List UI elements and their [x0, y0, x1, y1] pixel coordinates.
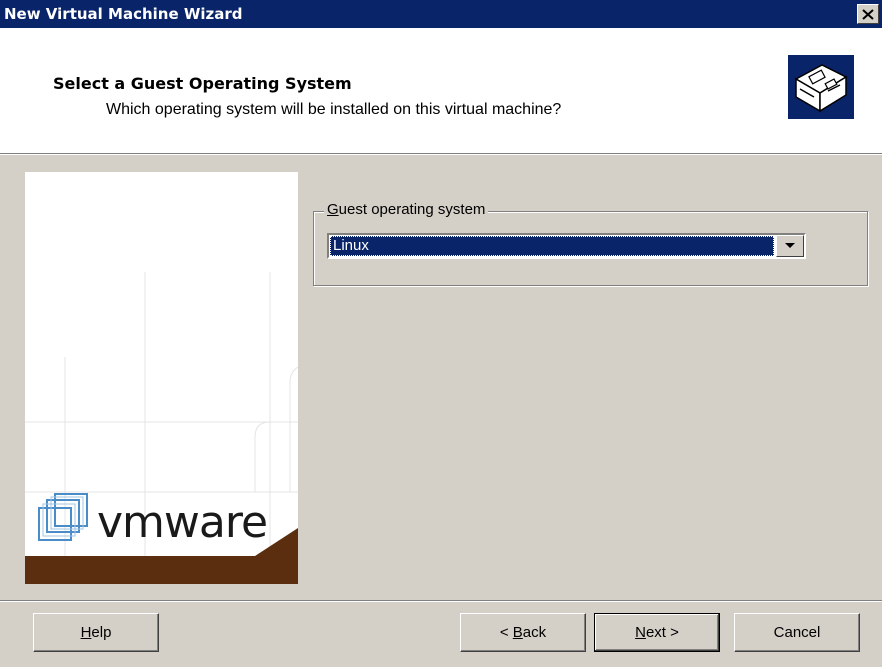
close-icon [862, 8, 874, 20]
side-branding-panel: vmware [25, 172, 298, 584]
window-title: New Virtual Machine Wizard [4, 5, 243, 23]
cancel-button[interactable]: Cancel [734, 613, 860, 652]
page-title: Select a Guest Operating System [53, 74, 352, 93]
close-button[interactable] [857, 4, 879, 24]
chevron-down-icon [785, 243, 795, 248]
dropdown-button[interactable] [776, 235, 804, 257]
cancel-label: Cancel [773, 624, 821, 641]
next-mnemonic: N [635, 624, 646, 641]
back-button[interactable]: < Back [460, 613, 586, 652]
title-bar: New Virtual Machine Wizard [0, 0, 882, 28]
help-label: elp [91, 624, 112, 641]
next-button[interactable]: Next > [594, 613, 720, 652]
guest-os-group-label: Guest operating system [324, 201, 489, 218]
wizard-header: Select a Guest Operating System Which op… [0, 28, 882, 153]
help-mnemonic: H [80, 624, 92, 641]
next-label: ext > [645, 624, 679, 641]
back-label: ack [522, 624, 547, 641]
help-button[interactable]: Help [33, 613, 159, 652]
header-divider-highlight [0, 154, 882, 155]
brand-bar [25, 556, 298, 584]
guest-os-select[interactable]: Linux [327, 233, 806, 259]
brand-bar-notch [255, 528, 298, 556]
footer-divider-highlight [0, 601, 882, 602]
computer-hardware-icon [788, 55, 854, 119]
page-subtitle: Which operating system will be installed… [106, 101, 562, 118]
back-prefix: < [499, 624, 513, 641]
guest-os-selected-value: Linux [330, 236, 774, 256]
back-mnemonic: B [512, 624, 523, 641]
